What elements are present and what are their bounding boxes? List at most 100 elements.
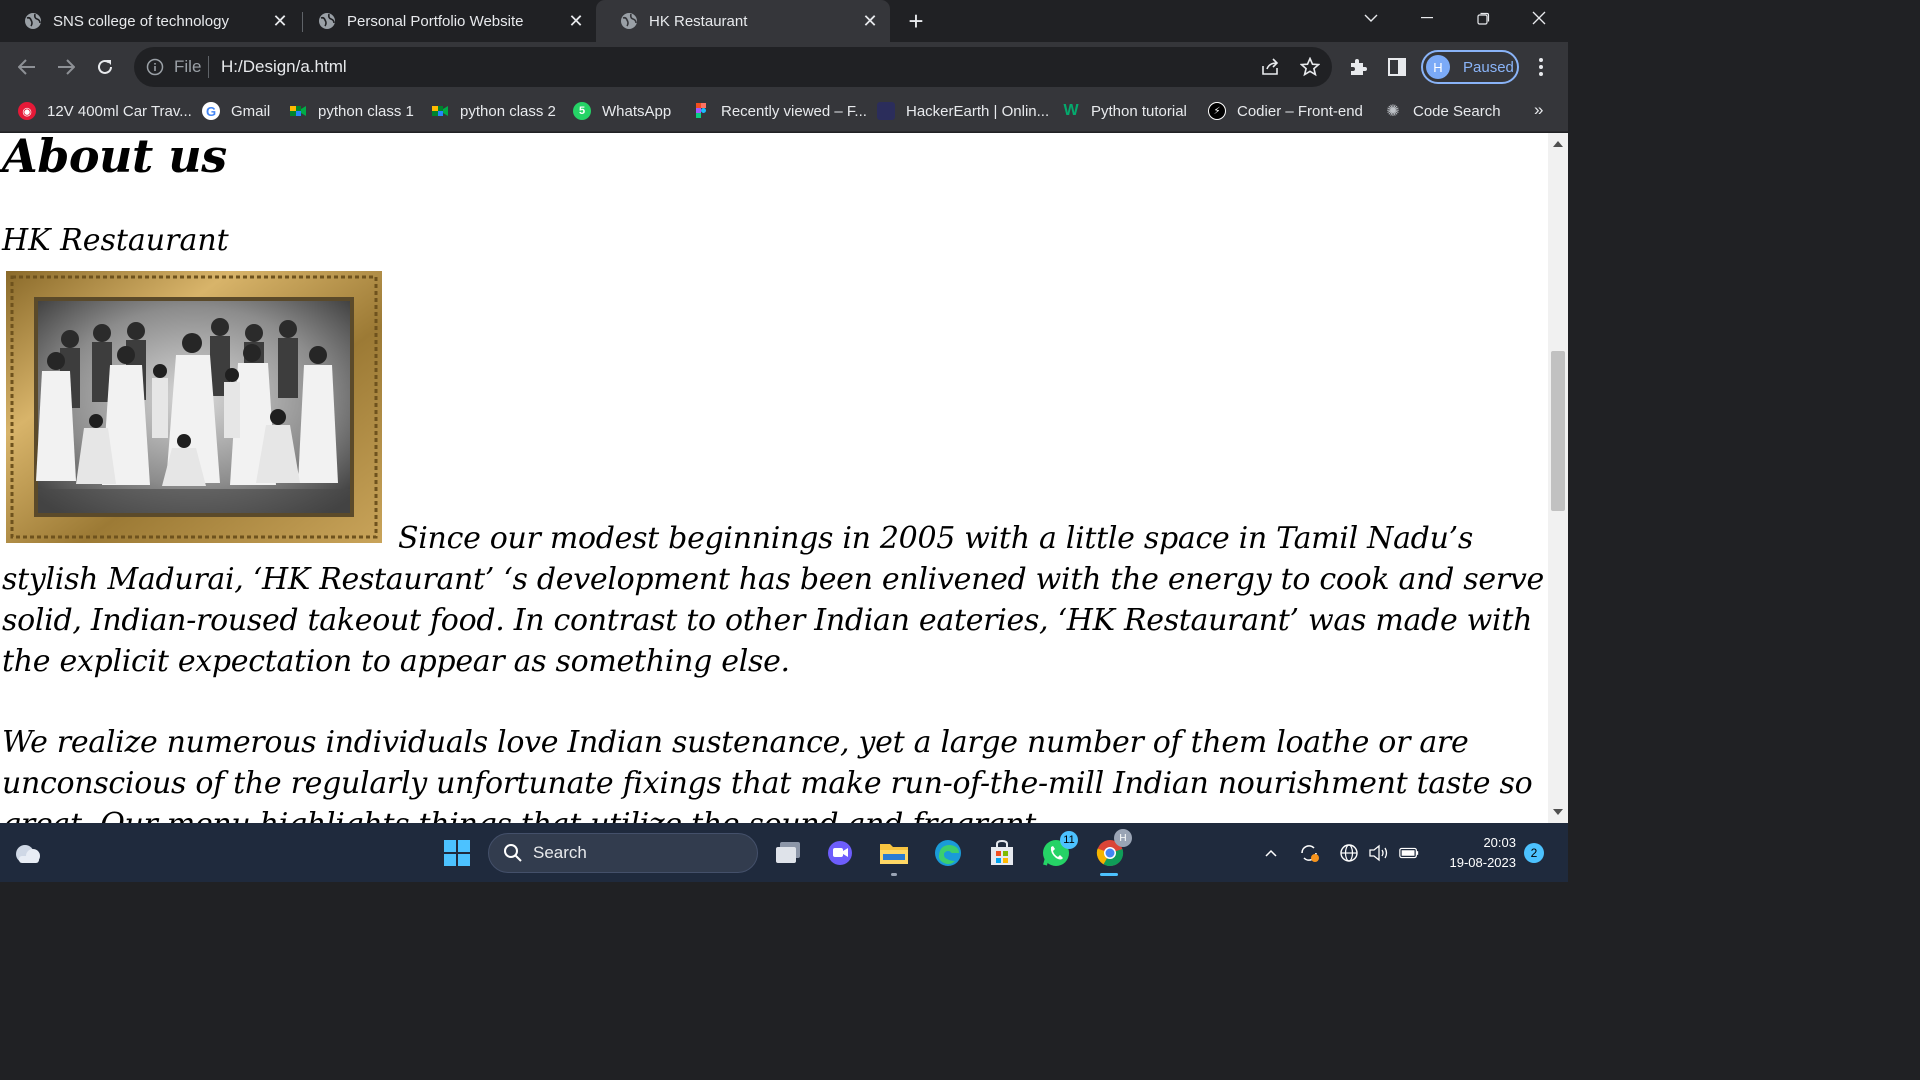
- arrow-right-icon: [58, 59, 75, 75]
- globe-icon: [25, 13, 41, 29]
- bookmark-item[interactable]: 5 WhatsApp: [573, 100, 671, 122]
- bookmark-item[interactable]: G Gmail: [202, 100, 270, 122]
- restore-button[interactable]: [1455, 0, 1511, 36]
- tab-hk-restaurant[interactable]: HK Restaurant ✕: [596, 0, 890, 42]
- minimize-icon: [1421, 17, 1433, 19]
- bookmark-item[interactable]: python class 2: [431, 100, 556, 122]
- bookmark-label: Gmail: [231, 102, 271, 120]
- side-panel-button[interactable]: [1384, 54, 1410, 80]
- scrollbar-thumb[interactable]: [1551, 351, 1565, 511]
- bookmark-star-button[interactable]: [1297, 54, 1323, 80]
- new-tab-button[interactable]: +: [902, 8, 930, 36]
- clock-date: 19-08-2023: [1449, 855, 1517, 870]
- chevron-down-icon: [1364, 14, 1378, 22]
- tab-search-button[interactable]: [1343, 0, 1399, 36]
- figma-icon: [696, 103, 706, 118]
- scroll-up-icon[interactable]: [1553, 141, 1563, 147]
- whatsapp-icon: 5: [573, 102, 591, 120]
- chat-icon: [828, 841, 852, 865]
- about-paragraph: We realize numerous individuals love Ind…: [2, 725, 1533, 823]
- globe-icon: [621, 13, 637, 29]
- scheme-label: File: [174, 57, 202, 76]
- share-icon: [1262, 58, 1279, 75]
- bookmark-item[interactable]: HackerEarth | Onlin...: [877, 100, 1049, 122]
- hackerearth-icon: [877, 102, 895, 120]
- bookmark-label: Codier – Front-end: [1237, 102, 1363, 120]
- chevron-up-icon: [1265, 849, 1277, 857]
- meet-icon: [290, 106, 306, 116]
- bookmark-item[interactable]: W Python tutorial: [1062, 100, 1187, 122]
- tab-title: Personal Portfolio Website: [347, 12, 524, 30]
- windows-icon: [444, 840, 470, 866]
- search-icon: [504, 844, 522, 862]
- network-button[interactable]: [1338, 842, 1360, 864]
- tab-title: SNS college of technology: [53, 12, 229, 30]
- menu-button[interactable]: [1528, 54, 1554, 80]
- notification-center-badge[interactable]: 2: [1524, 843, 1544, 863]
- scroll-down-icon[interactable]: [1553, 809, 1563, 815]
- task-view-button[interactable]: [770, 835, 806, 871]
- volume-button[interactable]: [1368, 842, 1390, 864]
- close-icon[interactable]: ✕: [270, 11, 290, 31]
- close-window-button[interactable]: [1511, 0, 1567, 36]
- bookmark-label: Python tutorial: [1091, 102, 1187, 120]
- bookmark-item[interactable]: ⚡ Codier – Front-end: [1208, 100, 1363, 122]
- teams-chat-button[interactable]: [822, 835, 858, 871]
- minimize-button[interactable]: [1399, 0, 1455, 36]
- bookmark-item[interactable]: ✺ Code Search: [1384, 100, 1501, 122]
- active-indicator: [1100, 873, 1118, 876]
- code-search-icon: ✺: [1386, 103, 1400, 120]
- arrow-left-icon: [18, 59, 35, 75]
- taskbar-search[interactable]: Search: [488, 833, 758, 873]
- reload-button[interactable]: [92, 54, 118, 80]
- bookmark-label: Code Search: [1413, 102, 1501, 120]
- weather-widget[interactable]: [10, 835, 46, 871]
- forward-button[interactable]: [53, 54, 79, 80]
- bookmark-item[interactable]: Recently viewed – F...: [692, 100, 867, 122]
- bookmark-label: 12V 400ml Car Trav...: [47, 102, 192, 120]
- profile-button[interactable]: H Paused: [1421, 50, 1519, 84]
- w3schools-icon: W: [1063, 102, 1079, 119]
- cloud-icon: [16, 845, 40, 863]
- codier-icon: ⚡: [1208, 102, 1226, 120]
- kebab-menu-icon: [1539, 58, 1543, 76]
- store-icon: [991, 839, 1013, 865]
- about-paragraph: Since our modest beginnings in 2005 with…: [2, 521, 1544, 679]
- close-icon: [1532, 11, 1546, 25]
- share-button[interactable]: [1258, 54, 1284, 80]
- meet-icon: [432, 106, 448, 116]
- bookmark-label: Recently viewed – F...: [721, 102, 867, 120]
- whatsapp-taskbar-button[interactable]: 11: [1038, 831, 1078, 871]
- close-icon[interactable]: ✕: [566, 11, 586, 31]
- tab-sns-college[interactable]: SNS college of technology ✕: [0, 0, 300, 42]
- more-bookmarks-icon[interactable]: »: [1534, 100, 1543, 120]
- store-button[interactable]: [984, 835, 1020, 871]
- toolbar: File H:/Design/a.html H Paused: [0, 42, 1568, 92]
- bookmark-label: python class 1: [318, 102, 414, 120]
- chrome-button[interactable]: H: [1092, 829, 1132, 871]
- page-scrollbar[interactable]: [1548, 133, 1568, 823]
- battery-button[interactable]: [1398, 842, 1420, 864]
- profile-badge: H: [1114, 829, 1132, 847]
- bookmarks-bar: ◉ 12V 400ml Car Trav... G Gmail python c…: [0, 92, 1568, 132]
- start-button[interactable]: [439, 835, 475, 871]
- omnibox-divider: [208, 56, 209, 78]
- extensions-button[interactable]: [1345, 54, 1371, 80]
- address-bar[interactable]: File H:/Design/a.html: [134, 47, 1332, 87]
- back-button[interactable]: [14, 54, 40, 80]
- onedrive-sync-button[interactable]: [1298, 842, 1320, 864]
- show-hidden-icons-button[interactable]: [1260, 842, 1282, 864]
- system-clock[interactable]: 20:03 19-08-2023: [1432, 833, 1517, 873]
- product-icon: ◉: [18, 102, 36, 120]
- url-text[interactable]: H:/Design/a.html: [221, 57, 347, 77]
- notification-badge: 11: [1060, 831, 1078, 849]
- page-heading: About us: [2, 133, 227, 183]
- info-icon[interactable]: [146, 58, 164, 76]
- file-explorer-button[interactable]: [876, 835, 912, 871]
- tab-portfolio[interactable]: Personal Portfolio Website ✕: [294, 0, 596, 42]
- tab-strip: SNS college of technology ✕ Personal Por…: [0, 0, 1568, 42]
- edge-button[interactable]: [930, 835, 966, 871]
- bookmark-item[interactable]: python class 1: [289, 100, 414, 122]
- close-icon[interactable]: ✕: [860, 11, 880, 31]
- bookmark-item[interactable]: ◉ 12V 400ml Car Trav...: [18, 100, 192, 122]
